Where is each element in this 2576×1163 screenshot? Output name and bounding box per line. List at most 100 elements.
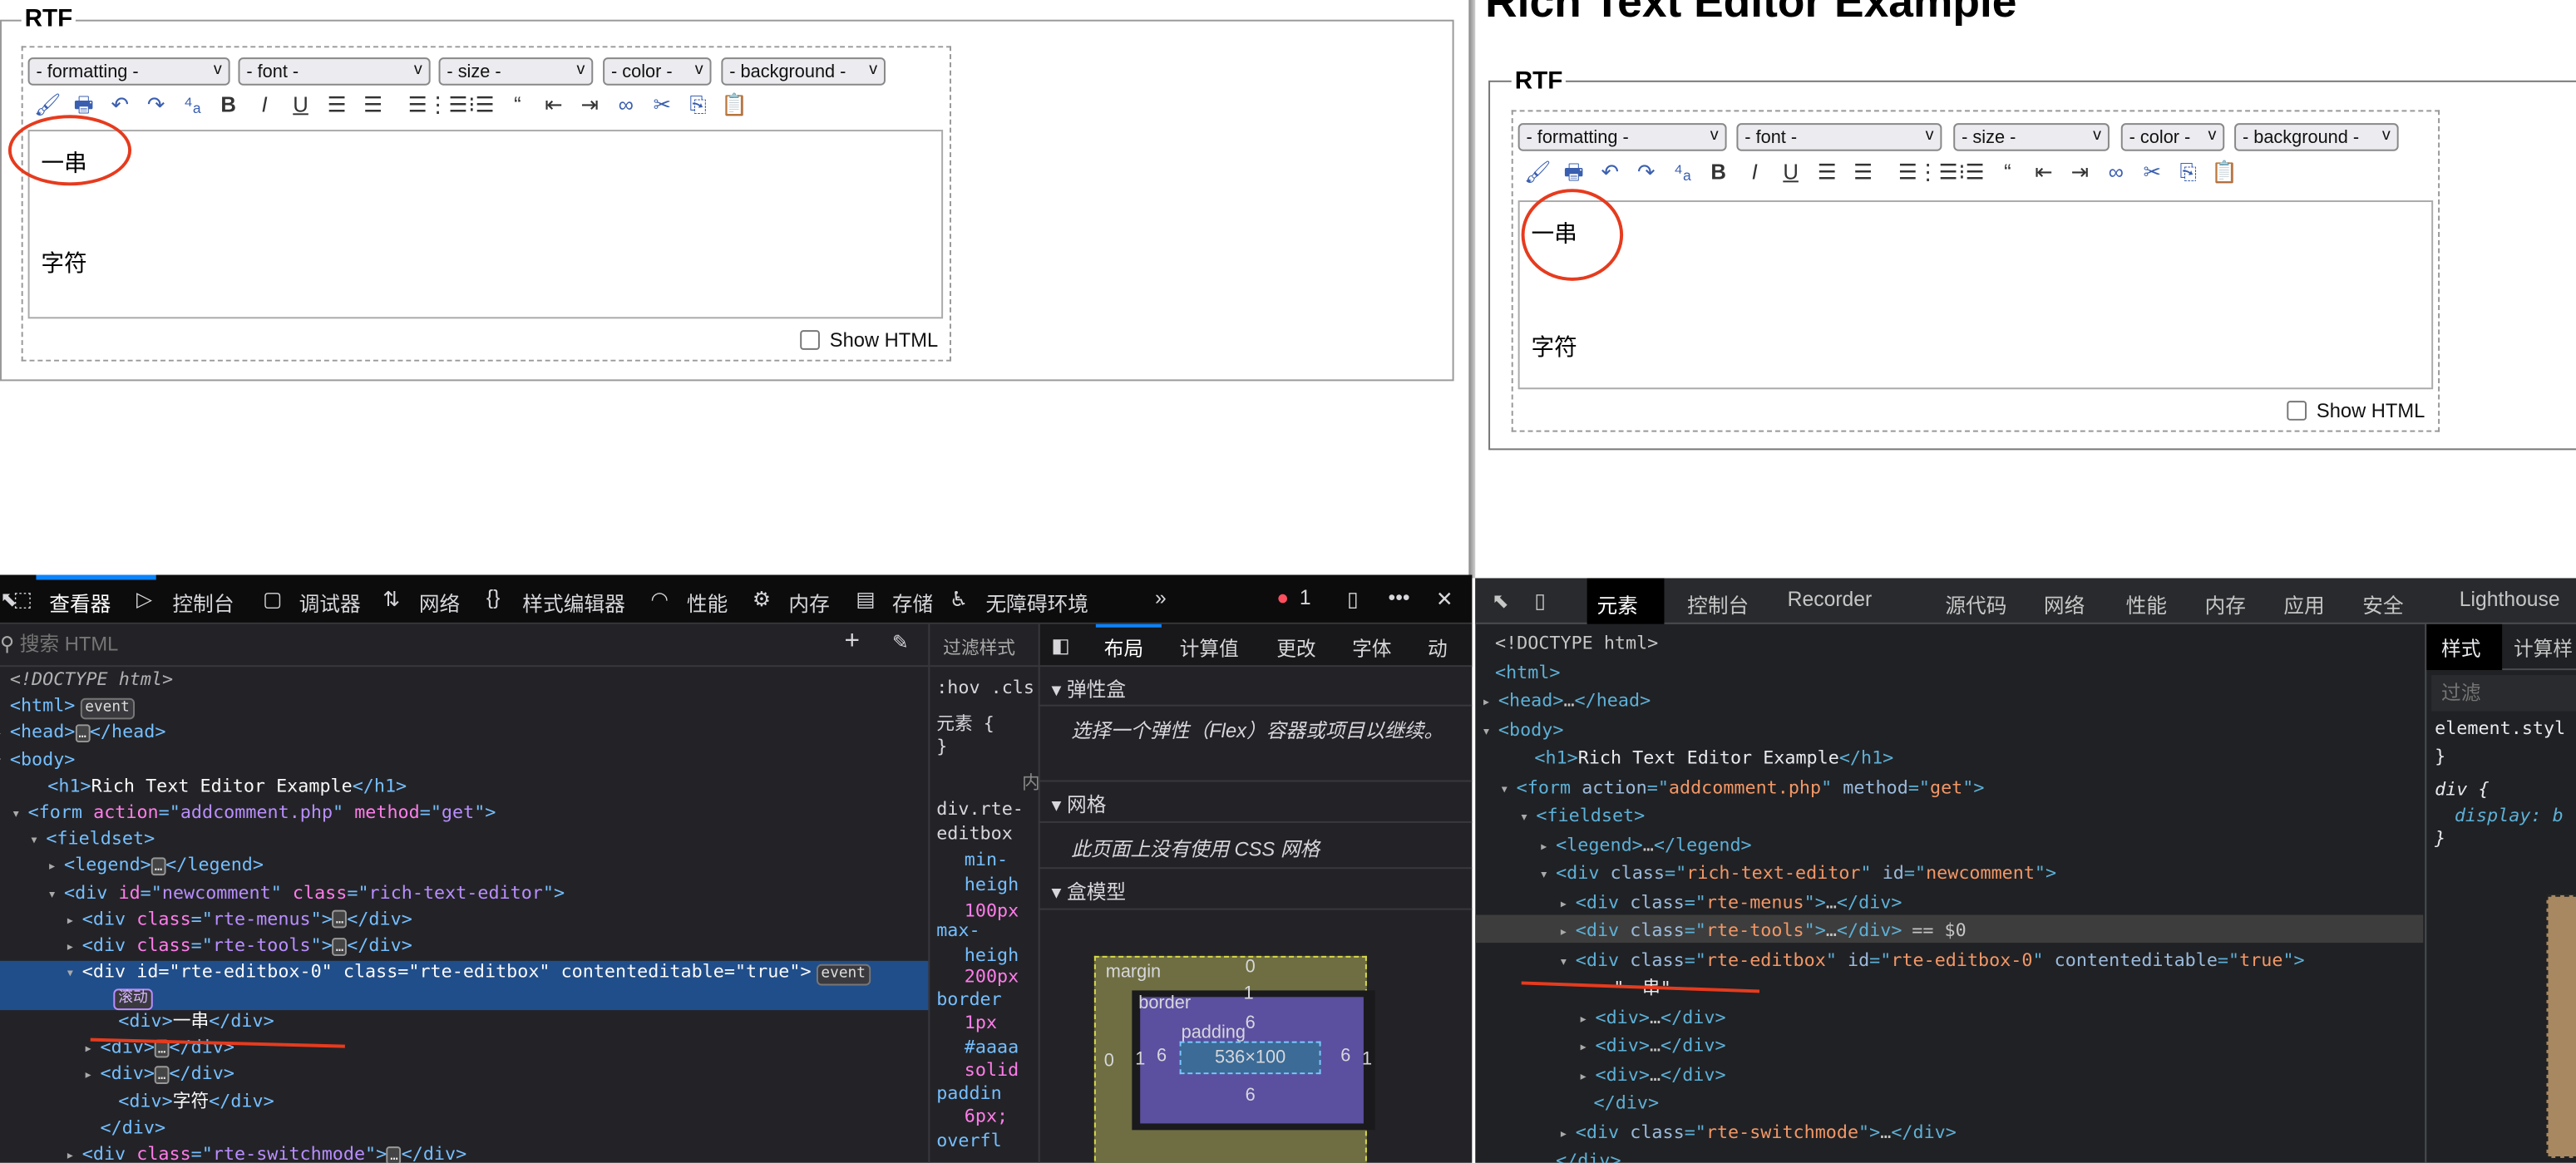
tab-9[interactable]: Lighthouse	[2460, 588, 2560, 611]
align-right-icon[interactable]: ☰	[1881, 158, 1917, 186]
redo-icon[interactable]: ↷	[138, 91, 174, 119]
indent-icon[interactable]: ⇥	[572, 91, 608, 119]
show-html-toggle[interactable]: Show HTML	[2287, 399, 2425, 422]
align-left-icon[interactable]: ☰	[318, 91, 354, 119]
formatting-select[interactable]: - formatting - v	[1517, 123, 1727, 151]
tab-3[interactable]: 源代码	[1945, 588, 2006, 619]
blockquote-icon[interactable]: “	[500, 91, 535, 119]
bold-icon[interactable]: B	[210, 91, 246, 119]
expanded-arrow-icon[interactable]: ▾	[1520, 805, 1537, 831]
clean-brush-icon[interactable]: 🖌	[1520, 158, 1556, 186]
paste-icon[interactable]: 📋	[2206, 158, 2242, 186]
error-count[interactable]: 1	[1300, 586, 1311, 609]
collapsed-content-button[interactable]: …	[387, 1146, 402, 1163]
tree-row[interactable]: ▸<div>…</div>	[1475, 1062, 1726, 1088]
tree-row[interactable]: <h1>Rich Text Editor Example</h1>	[0, 773, 407, 800]
ordered-list-icon[interactable]: ⋮☰	[427, 91, 468, 119]
tree-row[interactable]: ▾ <form action="addcomment.php" method="g…	[0, 800, 496, 826]
eyedropper-icon[interactable]: ✎	[892, 631, 909, 654]
align-left-icon[interactable]: ☰	[1809, 158, 1844, 186]
tree-row[interactable]: ▸ <div class="rte-tools">… </div>	[0, 933, 412, 959]
color-select[interactable]: - color - v	[2120, 123, 2225, 151]
tab-5[interactable]: 性能	[2126, 588, 2167, 619]
tree-row[interactable]: ▾<body>	[1475, 717, 1563, 743]
tab-1[interactable]: 控制台	[172, 586, 234, 618]
show-html-checkbox[interactable]	[800, 330, 820, 350]
copy-icon[interactable]: ⎘	[2170, 158, 2206, 186]
tree-row[interactable]: ▸<head>…</head>	[0, 720, 165, 747]
blockquote-icon[interactable]: “	[1990, 158, 2026, 186]
collapsed-content-button[interactable]: …	[154, 1066, 170, 1084]
tree-row[interactable]: ▾<body>	[0, 747, 75, 773]
color-select[interactable]: - color - v	[603, 57, 712, 86]
expanded-arrow-icon[interactable]: ▾	[47, 881, 64, 908]
padding-right-value[interactable]: 6	[1340, 1047, 1350, 1067]
collapsed-arrow-icon[interactable]: ▸	[0, 722, 10, 748]
tab-0[interactable]: 查看器	[49, 586, 111, 618]
show-html-toggle[interactable]: Show HTML	[800, 328, 938, 352]
ordered-list-icon[interactable]: ⋮☰	[1917, 158, 1958, 186]
rte-editbox[interactable]: 一串 字符	[27, 130, 944, 319]
responsive-mode-icon[interactable]: ▯	[1347, 586, 1359, 611]
clean-brush-icon[interactable]: 🖌	[30, 91, 66, 119]
device-toolbar-icon[interactable]: ▯	[1534, 588, 1546, 613]
tree-row[interactable]: ▸<div>…</div>	[0, 1062, 234, 1088]
filter-styles-input[interactable]: 过滤样式	[943, 634, 1015, 661]
expanded-arrow-icon[interactable]: ▾	[12, 801, 28, 828]
tab-0[interactable]: 元素	[1596, 588, 1637, 619]
layout-tab[interactable]: 字体	[1352, 634, 1391, 663]
tab-7[interactable]: 应用	[2283, 588, 2324, 619]
print-icon[interactable]: 🖶	[66, 91, 101, 119]
italic-icon[interactable]: I	[246, 91, 282, 119]
layout-tab[interactable]: 布局	[1104, 634, 1143, 663]
print-icon[interactable]: 🖶	[1556, 158, 1591, 186]
tree-row[interactable]: <div>字符</div>	[0, 1088, 274, 1115]
close-icon[interactable]: ✕	[1436, 586, 1453, 611]
collapsed-content-button[interactable]: …	[332, 910, 348, 929]
tree-row[interactable]: ▾ <fieldset>	[0, 826, 155, 853]
paste-icon[interactable]: 📋	[716, 91, 752, 119]
margin-left-value[interactable]: 0	[1104, 1052, 1114, 1072]
collapsed-arrow-icon[interactable]: ▸	[1539, 834, 1556, 860]
inspect-element-icon[interactable]: ⬉	[1492, 588, 1509, 613]
layout-tab[interactable]: 动	[1428, 634, 1448, 663]
tree-row[interactable]: ▾ <div id="newcomment" class="rich-text-e…	[0, 880, 565, 906]
splitter[interactable]	[2425, 623, 2427, 1163]
rte-editbox[interactable]: 一串 字符	[1517, 200, 2434, 390]
tab-computed[interactable]: 计算样	[2514, 634, 2573, 663]
expanded-arrow-icon[interactable]: ▾	[1500, 776, 1517, 803]
tab-2[interactable]: 调试器	[299, 586, 361, 618]
tree-row[interactable]: </div>	[1475, 1148, 1621, 1163]
styles-filter-input[interactable]	[2431, 675, 2576, 712]
tab-4[interactable]: 网络	[2044, 588, 2085, 619]
tree-row[interactable]: ▾ <div class="rte-editbox" id="rte-editbo…	[1475, 947, 2305, 973]
tree-row[interactable]: ▸ <div class="rte-tools">…</div> == $0	[1475, 918, 1967, 944]
grid-section-header[interactable]: ▾ 网格	[1038, 781, 1473, 823]
collapsed-arrow-icon[interactable]: ▸	[66, 1143, 82, 1163]
spellcheck-icon[interactable]: ⁴ₐ	[1664, 158, 1700, 186]
undo-icon[interactable]: ↶	[101, 91, 137, 119]
border-left-value[interactable]: 1	[1135, 1050, 1145, 1070]
collapsed-arrow-icon[interactable]: ▸	[1579, 1006, 1596, 1032]
spellcheck-icon[interactable]: ⁴ₐ	[174, 91, 210, 119]
tab-7[interactable]: 存储	[892, 586, 933, 618]
size-select[interactable]: - size - v	[1953, 123, 2110, 151]
unordered-list-icon[interactable]: ⁝☰	[1953, 158, 1989, 186]
indent-icon[interactable]: ⇥	[2062, 158, 2098, 186]
tab-3[interactable]: 网络	[419, 586, 460, 618]
tree-row[interactable]: <div>一串</div>	[0, 1008, 274, 1035]
tree-row[interactable]: ▸<div class="rte-switchmode">…</div>	[0, 1141, 466, 1163]
event-badge[interactable]: event	[80, 698, 135, 720]
size-select[interactable]: - size - v	[438, 57, 594, 86]
event-badge[interactable]: event	[816, 964, 871, 986]
cut-icon[interactable]: ✂	[2134, 158, 2170, 186]
collapsed-content-button[interactable]: …	[75, 724, 90, 742]
error-icon[interactable]: ●	[1276, 586, 1289, 609]
collapsed-arrow-icon[interactable]: ▸	[1482, 690, 1498, 717]
border-top-value[interactable]: 1	[1244, 984, 1254, 1004]
flexbox-section-header[interactable]: ▾ 弹性盒	[1038, 667, 1473, 707]
padding-top-value[interactable]: 6	[1246, 1013, 1256, 1033]
font-select[interactable]: - font - v	[238, 57, 431, 86]
underline-icon[interactable]: U	[283, 91, 318, 119]
outdent-icon[interactable]: ⇤	[2026, 158, 2061, 186]
